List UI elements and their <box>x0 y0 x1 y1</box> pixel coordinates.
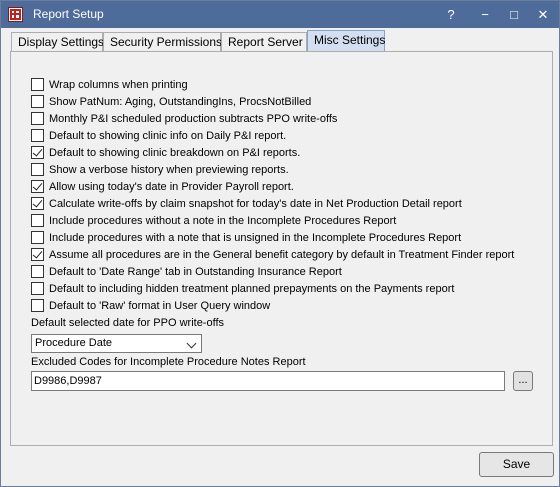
checkbox-label: Include procedures without a note in the… <box>49 215 397 227</box>
title-bar[interactable]: Report Setup ? − □ ✕ <box>1 1 559 28</box>
browse-codes-button[interactable]: ... <box>513 371 533 391</box>
checkbox[interactable] <box>31 299 44 312</box>
checkbox-label: Wrap columns when printing <box>49 79 188 91</box>
window-title: Report Setup <box>33 7 104 21</box>
checkbox-label: Default to 'Date Range' tab in Outstandi… <box>49 266 342 278</box>
checkbox[interactable] <box>31 163 44 176</box>
checkbox-checked[interactable] <box>31 248 44 261</box>
checkbox[interactable] <box>31 78 44 91</box>
save-button[interactable]: Save <box>479 452 554 477</box>
checkbox-label: Default to 'Raw' format in User Query wi… <box>49 300 271 312</box>
checkbox-label: Allow using today's date in Provider Pay… <box>49 181 294 193</box>
tab-display-settings[interactable]: Display Settings <box>11 32 104 52</box>
checkbox-label: Monthly P&I scheduled production subtrac… <box>49 113 338 125</box>
report-setup-window: Report Setup ? − □ ✕ Display Settings Se… <box>0 0 560 487</box>
checkbox-label: Include procedures with a note that is u… <box>49 232 462 244</box>
excluded-codes-label: Excluded Codes for Incomplete Procedure … <box>31 356 306 368</box>
checkbox-checked[interactable] <box>31 180 44 193</box>
checkbox-checked[interactable] <box>31 146 44 159</box>
checkbox-label: Default to including hidden treatment pl… <box>49 283 455 295</box>
minimize-button[interactable]: − <box>471 5 499 24</box>
checkbox[interactable] <box>31 265 44 278</box>
checkbox-label: Show a verbose history when previewing r… <box>49 164 289 176</box>
checkbox-label: Assume all procedures are in the General… <box>49 249 515 261</box>
maximize-button[interactable]: □ <box>500 5 528 24</box>
tab-security-permissions[interactable]: Security Permissions <box>103 32 222 52</box>
checkbox[interactable] <box>31 282 44 295</box>
checkbox-checked[interactable] <box>31 197 44 210</box>
checkbox[interactable] <box>31 95 44 108</box>
ppo-date-select[interactable]: Procedure Date <box>31 334 202 353</box>
tab-misc-settings[interactable]: Misc Settings <box>307 30 385 52</box>
help-button[interactable]: ? <box>437 5 465 24</box>
chevron-down-icon <box>186 338 197 349</box>
checkbox-label: Show PatNum: Aging, OutstandingIns, Proc… <box>49 96 312 108</box>
excluded-codes-input[interactable]: D9986,D9987 <box>31 371 505 391</box>
ppo-date-label: Default selected date for PPO write-offs <box>31 317 224 329</box>
tab-report-server[interactable]: Report Server <box>221 32 307 52</box>
checkbox[interactable] <box>31 112 44 125</box>
checkbox-label: Default to showing clinic breakdown on P… <box>49 147 301 159</box>
app-logo-icon <box>8 7 23 22</box>
checkbox-label: Default to showing clinic info on Daily … <box>49 130 287 142</box>
checkbox[interactable] <box>31 129 44 142</box>
ppo-date-selected: Procedure Date <box>35 337 113 349</box>
checkbox[interactable] <box>31 231 44 244</box>
close-button[interactable]: ✕ <box>529 5 557 24</box>
checkbox[interactable] <box>31 214 44 227</box>
checkbox-label: Calculate write-offs by claim snapshot f… <box>49 198 462 210</box>
